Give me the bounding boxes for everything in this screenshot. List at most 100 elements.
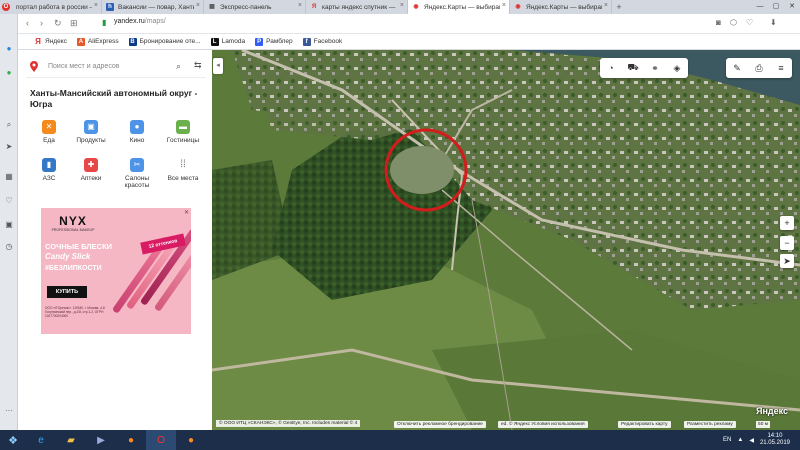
map-scale: 50 м	[756, 421, 770, 428]
volume-icon[interactable]: ◀	[749, 437, 754, 444]
tab-5[interactable]: ◉ Яндекс.Карты — выбирай ×	[510, 0, 612, 14]
bookmark-booking[interactable]: B Бронирование оте...	[128, 37, 201, 46]
url-path: /maps/	[144, 18, 166, 25]
tab-4[interactable]: ◉ Яндекс.Карты — выбирай ×	[408, 0, 510, 14]
lock-icon[interactable]: ▮	[102, 19, 110, 27]
advertise-button[interactable]: Разместить рекламу	[684, 421, 736, 428]
ad-brand-subtitle: PROFESSIONAL MAKEUP	[51, 228, 95, 232]
close-icon[interactable]: ×	[604, 2, 608, 9]
close-icon[interactable]: ×	[400, 2, 404, 9]
tab-3[interactable]: Я карты яндекс спутник — ×	[306, 0, 408, 14]
category-pharmacies[interactable]: ✚ Аптеки	[68, 158, 114, 182]
side-panel: Поиск мест и адресов ⌕ ⇆ Ханты-Мансийски…	[18, 50, 212, 430]
ad-fine-print: ООО «Л'Ореаль». 119180, г. Москва, 4-й Г…	[45, 306, 105, 318]
ad-buy-button[interactable]: КУПИТЬ	[47, 286, 87, 298]
zoom-out-button[interactable]: −	[780, 236, 794, 250]
yandex-pin-icon	[30, 61, 38, 72]
send-icon[interactable]: ➤	[4, 142, 14, 152]
forward-icon[interactable]: ›	[40, 18, 43, 28]
bookmark-lamoda[interactable]: L Lamoda	[210, 37, 245, 46]
close-icon[interactable]: ×	[94, 2, 98, 9]
bookmark-heart-icon[interactable]: ♡	[746, 18, 753, 27]
heart-icon[interactable]: ♡	[4, 196, 14, 206]
back-icon[interactable]: ‹	[26, 18, 29, 28]
language-indicator[interactable]: EN	[723, 437, 731, 443]
booking-icon: B	[128, 37, 137, 46]
speed-dial-icon[interactable]: ▦	[4, 172, 14, 182]
search-icon[interactable]: ⌕	[176, 61, 181, 72]
history-icon[interactable]: ▣	[4, 220, 14, 230]
start-button[interactable]: ❖	[0, 430, 26, 450]
bookmark-rambler[interactable]: P Рамблер	[255, 37, 293, 46]
category-label: Гостиницы	[166, 137, 200, 144]
edit-map-button[interactable]: Редактировать карту	[618, 421, 671, 428]
maximize-icon[interactable]: ▢	[768, 0, 784, 14]
panorama-icon[interactable]: ⚭	[644, 63, 666, 74]
category-label: Аптеки	[80, 175, 102, 182]
reload-icon[interactable]: ↻	[54, 18, 62, 29]
minimize-icon[interactable]: —	[752, 0, 768, 14]
facebook-icon: f	[302, 37, 311, 46]
network-icon[interactable]: ▲	[737, 437, 743, 443]
url-field[interactable]: yandex.ru/maps/	[114, 18, 166, 25]
tab-1[interactable]: h Вакансии — повар, Ханты ×	[102, 0, 204, 14]
media-icon[interactable]: ▶	[86, 430, 116, 450]
tab-0[interactable]: O портал работа в россии — ×	[0, 0, 102, 14]
satellite-map[interactable]: ◔ ⛟ ⚭ ◈ ✎ ⎙ ≡ + − ➤ Яндекс © ООО ИТЦ «СК…	[212, 50, 800, 430]
firefox-icon[interactable]: ●	[116, 430, 146, 450]
close-icon[interactable]: ✕	[184, 209, 189, 216]
firefox-icon[interactable]: ●	[176, 430, 206, 450]
category-hotels[interactable]: ▬ Гостиницы	[160, 120, 206, 144]
clock[interactable]: 14:10 21.05.2019	[760, 433, 790, 447]
bookmark-facebook[interactable]: f Facebook	[302, 37, 342, 46]
grid-icon: ▦	[209, 4, 215, 10]
print-icon[interactable]: ⎙	[748, 63, 770, 74]
disable-ad-branding-button[interactable]: Отключить рекламное брендирование	[394, 421, 486, 428]
whatsapp-icon[interactable]: ●	[4, 68, 14, 78]
nyx-ad-banner[interactable]: NYX PROFESSIONAL MAKEUP СОЧНЫЕ БЛЕСКИ Ca…	[41, 208, 191, 334]
traffic-icon[interactable]: ◔	[600, 63, 622, 73]
close-icon[interactable]: ×	[196, 2, 200, 9]
close-icon[interactable]: ×	[502, 2, 506, 9]
opera-menu-icon[interactable]: O	[2, 3, 10, 11]
opera-icon[interactable]: O	[146, 430, 176, 450]
search-icon[interactable]: ⌕	[4, 120, 14, 130]
region-title: Ханты-Мансийский автономный округ - Югра	[30, 88, 198, 109]
tabs-overview-icon[interactable]: ⊞	[70, 18, 78, 29]
close-icon[interactable]: ×	[298, 2, 302, 9]
tab-2[interactable]: ▦ Экспресс-панель ×	[204, 0, 306, 14]
menu-icon[interactable]: ≡	[770, 63, 792, 73]
ruler-icon[interactable]: ✎	[726, 63, 748, 74]
opera-sidebar: ● ● ⌕ ➤ ▦ ♡ ▣ ◷ ···	[0, 14, 18, 430]
category-all-places[interactable]: ⁞⁞ Все места	[160, 158, 206, 182]
transport-icon[interactable]: ⛟	[622, 62, 644, 74]
route-icon[interactable]: ⇆	[194, 60, 202, 71]
download-icon[interactable]: ⬇	[770, 18, 777, 27]
bookmark-yandex[interactable]: Я Яндекс	[34, 37, 67, 46]
ie-icon[interactable]: e	[26, 430, 56, 450]
category-food[interactable]: ✕ Еда	[26, 120, 72, 144]
vpn-shield-icon[interactable]: ⬡	[730, 18, 737, 27]
geolocation-button[interactable]: ➤	[780, 254, 794, 268]
clock-icon[interactable]: ◷	[4, 242, 14, 252]
category-grocery[interactable]: ▣ Продукты	[68, 120, 114, 144]
terms-link[interactable]: ed. © Яндекс Условия использования	[498, 421, 588, 428]
layers-icon[interactable]: ◈	[666, 63, 688, 74]
new-tab-button[interactable]: +	[612, 0, 626, 14]
collapse-panel-button[interactable]: ◂	[213, 58, 223, 74]
zoom-in-button[interactable]: +	[780, 216, 794, 230]
camera-icon[interactable]: ◙	[716, 18, 721, 27]
bookmark-aliexpress[interactable]: A AliExpress	[76, 37, 119, 46]
aliexpress-icon: A	[76, 37, 85, 46]
search-box[interactable]: Поиск мест и адресов ⌕ ⇆	[26, 56, 206, 78]
close-window-icon[interactable]: ✕	[784, 0, 800, 14]
more-icon[interactable]: ···	[4, 406, 14, 416]
category-beauty-salons[interactable]: ✂ Салоны красоты	[114, 158, 160, 189]
explorer-icon[interactable]: ▰	[56, 430, 86, 450]
bookmark-label: AliExpress	[87, 38, 119, 45]
messenger-icon[interactable]: ●	[4, 44, 14, 54]
category-gas-stations[interactable]: ▮ АЗС	[26, 158, 72, 182]
search-input[interactable]: Поиск мест и адресов	[48, 63, 120, 70]
category-cinema[interactable]: ● Кино	[114, 120, 160, 144]
satellite-imagery[interactable]	[212, 50, 800, 430]
